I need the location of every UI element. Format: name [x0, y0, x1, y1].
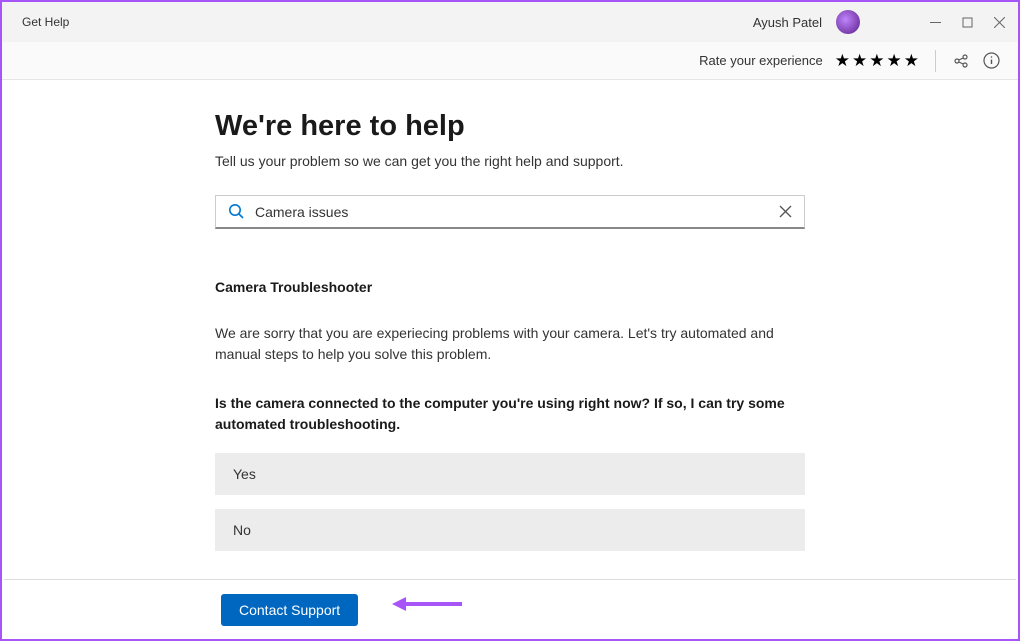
user-name[interactable]: Ayush Patel	[753, 15, 822, 30]
option-no[interactable]: No	[215, 509, 805, 551]
info-icon[interactable]	[982, 52, 1000, 70]
content: We're here to help Tell us your problem …	[2, 80, 1018, 639]
result-body: We are sorry that you are experiecing pr…	[215, 323, 805, 365]
window-controls	[928, 15, 1006, 29]
share-icon[interactable]	[952, 52, 970, 70]
star-icon[interactable]: ★	[887, 51, 902, 71]
header-bar: Rate your experience ★ ★ ★ ★ ★	[2, 42, 1018, 80]
app-title: Get Help	[22, 15, 69, 29]
search-input[interactable]	[255, 204, 779, 220]
avatar[interactable]	[836, 10, 860, 34]
search-icon	[228, 203, 245, 220]
content-inner: We're here to help Tell us your problem …	[215, 110, 805, 565]
star-icon[interactable]: ★	[852, 51, 867, 71]
maximize-button[interactable]	[960, 15, 974, 29]
clear-icon[interactable]	[779, 205, 792, 218]
star-icon[interactable]: ★	[904, 51, 919, 71]
footer: Contact Support	[4, 579, 1016, 639]
star-icon[interactable]: ★	[869, 51, 884, 71]
titlebar: Get Help Ayush Patel	[2, 2, 1018, 42]
search-box[interactable]	[215, 195, 805, 229]
option-yes[interactable]: Yes	[215, 453, 805, 495]
page-subtitle: Tell us your problem so we can get you t…	[215, 153, 805, 169]
page-title: We're here to help	[215, 110, 805, 143]
titlebar-right: Ayush Patel	[753, 10, 1006, 34]
question-text: Is the camera connected to the computer …	[215, 393, 805, 435]
divider	[935, 50, 936, 72]
rating-stars: ★ ★ ★ ★ ★	[835, 51, 919, 71]
section-title: Camera Troubleshooter	[215, 279, 805, 295]
close-button[interactable]	[992, 15, 1006, 29]
star-icon[interactable]: ★	[835, 51, 850, 71]
rate-label: Rate your experience	[699, 53, 823, 68]
contact-support-button[interactable]: Contact Support	[221, 594, 358, 626]
minimize-button[interactable]	[928, 15, 942, 29]
